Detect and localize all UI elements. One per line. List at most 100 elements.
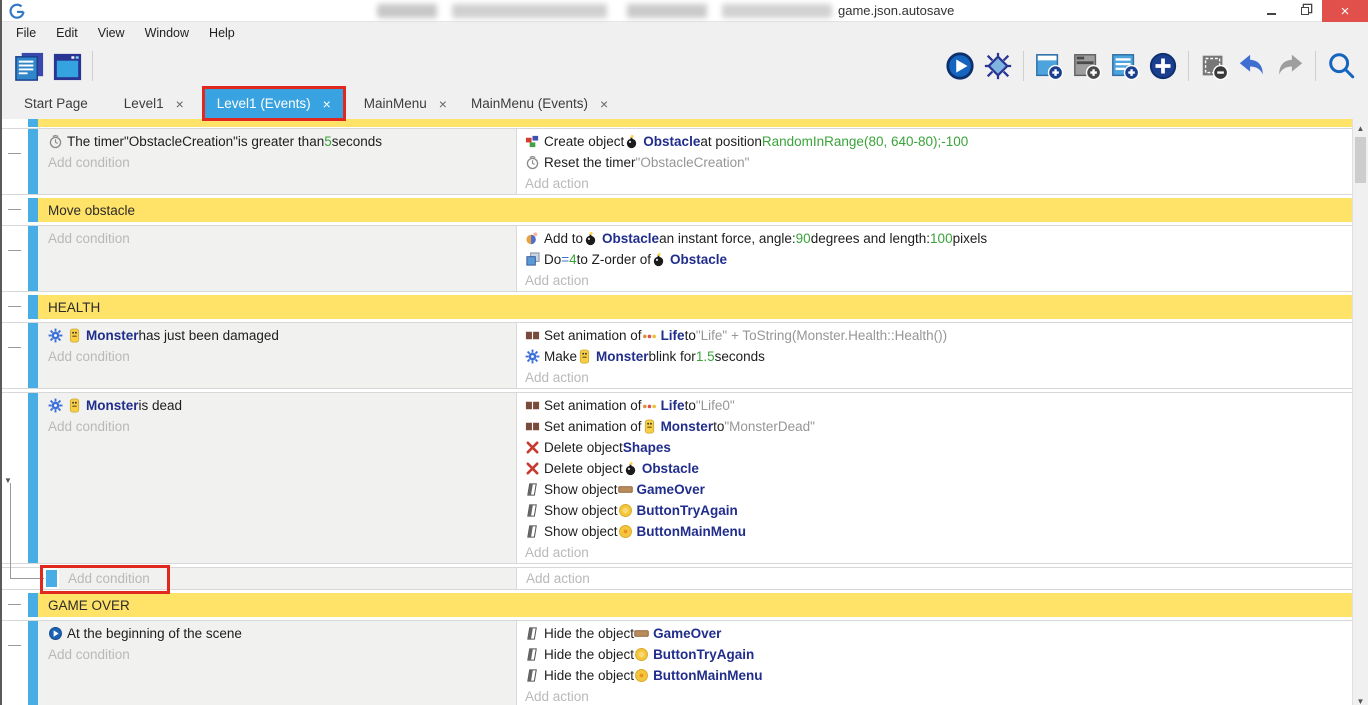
menu-item-edit[interactable]: Edit: [46, 26, 88, 40]
add-action-button[interactable]: Add action: [526, 568, 590, 589]
action-item[interactable]: Reset the timer "ObstacleCreation": [525, 152, 1352, 173]
tab-close-icon[interactable]: ×: [439, 96, 447, 112]
action-item[interactable]: Set animation of Life to "Life0": [525, 395, 1352, 416]
action-item[interactable]: Set animation of Monster to "MonsterDead…: [525, 416, 1352, 437]
action-item[interactable]: Delete object Obstacle: [525, 458, 1352, 479]
action-item[interactable]: Set animation of Life to "Life" + ToStri…: [525, 325, 1352, 346]
action-item[interactable]: Add to Obstacle an instant force, angle:…: [525, 228, 1352, 249]
event-handle[interactable]: [28, 593, 38, 617]
add-condition-button[interactable]: Add condition: [48, 228, 516, 249]
action-item[interactable]: Show object GameOver: [525, 479, 1352, 500]
text-segment: Add to: [544, 231, 583, 246]
condition-item[interactable]: At the beginning of the scene: [48, 623, 516, 644]
delete-event-button[interactable]: [1195, 47, 1233, 85]
scroll-up-button[interactable]: ▲: [1353, 121, 1368, 136]
comment-banner[interactable]: GAME OVER: [38, 593, 1352, 617]
action-item[interactable]: Hide the object ButtonTryAgain: [525, 644, 1352, 665]
tab-level1[interactable]: Level1×: [112, 88, 196, 119]
undo-button[interactable]: [1233, 47, 1271, 85]
delete-icon: [525, 461, 540, 476]
subevent-handle[interactable]: [46, 570, 57, 587]
search-button[interactable]: [1322, 47, 1360, 85]
action-item[interactable]: Do = 4 to Z-order of Obstacle: [525, 249, 1352, 270]
event-handle[interactable]: [28, 226, 38, 291]
add-condition-button[interactable]: Add condition: [48, 644, 516, 665]
add-action-button[interactable]: Add action: [525, 542, 1352, 563]
action-item[interactable]: Delete object Shapes: [525, 437, 1352, 458]
action-item[interactable]: Hide the object GameOver: [525, 623, 1352, 644]
action-item[interactable]: Show object ButtonTryAgain: [525, 500, 1352, 521]
comment-banner[interactable]: Move obstacle: [38, 198, 1352, 222]
gameover-icon: [634, 626, 649, 641]
tab-start-page[interactable]: Start Page: [12, 88, 112, 119]
condition-item[interactable]: Monster is dead: [48, 395, 516, 416]
condition-item[interactable]: Monster has just been damaged: [48, 325, 516, 346]
tab-close-icon[interactable]: ×: [176, 96, 184, 112]
event-handle[interactable]: [28, 198, 38, 222]
menu-item-help[interactable]: Help: [199, 26, 245, 40]
button-yellow2-icon: [618, 524, 633, 539]
animation-icon: [525, 328, 540, 343]
play-button[interactable]: [941, 47, 979, 85]
collapse-arrow-icon[interactable]: ▼: [4, 476, 12, 485]
action-item[interactable]: Create object Obstacle at position Rando…: [525, 131, 1352, 152]
event-row: Monster is deadAdd condition Set animatio…: [2, 392, 1352, 564]
text-segment: Hide the object: [544, 668, 634, 683]
project-manager-button[interactable]: [10, 47, 48, 85]
menu-item-view[interactable]: View: [88, 26, 135, 40]
text-segment: Show object: [544, 524, 618, 539]
add-condition-button[interactable]: Add condition: [68, 568, 150, 589]
event-handle[interactable]: [28, 323, 38, 388]
scrollbar-thumb[interactable]: [1355, 137, 1366, 183]
event-handle[interactable]: [28, 129, 38, 194]
action-item[interactable]: Show object ButtonMainMenu: [525, 521, 1352, 542]
toolbar: [2, 44, 1368, 88]
event-row: Monster has just been damagedAdd conditi…: [2, 322, 1352, 389]
scroll-down-button[interactable]: ▼: [1353, 694, 1368, 705]
scene-editor-button[interactable]: [48, 47, 86, 85]
add-action-button[interactable]: Add action: [525, 686, 1352, 705]
restore-button[interactable]: [1288, 0, 1322, 22]
add-action-button[interactable]: Add action: [525, 270, 1352, 291]
add-action-button[interactable]: Add action: [525, 173, 1352, 194]
debug-button[interactable]: [979, 47, 1017, 85]
add-action-button[interactable]: Add action: [525, 367, 1352, 388]
add-event-button[interactable]: [1030, 47, 1068, 85]
text-segment: At the beginning of the scene: [67, 626, 242, 641]
add-subevent-button[interactable]: [1068, 47, 1106, 85]
event-handle[interactable]: [28, 119, 38, 127]
monster-icon: [67, 328, 82, 343]
add-condition-button[interactable]: Add condition: [48, 152, 516, 173]
text-segment: Shapes: [623, 440, 671, 455]
event-handle[interactable]: [28, 621, 38, 705]
tab-mainmenu[interactable]: MainMenu×: [352, 88, 459, 119]
event-handle[interactable]: [28, 393, 38, 563]
add-comment-button[interactable]: [1106, 47, 1144, 85]
tab-close-icon[interactable]: ×: [600, 96, 608, 112]
text-segment: Show object: [544, 503, 618, 518]
add-circle-button[interactable]: [1144, 47, 1182, 85]
tab-mainmenu-events-[interactable]: MainMenu (Events)×: [459, 88, 620, 119]
conditions-column: Monster has just been damagedAdd conditi…: [38, 323, 517, 388]
menu-item-file[interactable]: File: [6, 26, 46, 40]
comment-banner[interactable]: HEALTH: [38, 295, 1352, 319]
actions-column: Set animation of Life to "Life" + ToStri…: [517, 323, 1352, 388]
minimize-button[interactable]: [1254, 0, 1288, 22]
subevent-row: ▼Add conditionAdd action: [2, 567, 1352, 590]
add-condition-button[interactable]: Add condition: [48, 416, 516, 437]
event-handle[interactable]: [28, 295, 38, 319]
text-segment: Monster: [86, 398, 139, 413]
tab-close-icon[interactable]: ×: [323, 96, 331, 112]
condition-item[interactable]: The timer "ObstacleCreation" is greater …: [48, 131, 516, 152]
conditions-column: Monster is deadAdd condition: [38, 393, 517, 563]
menu-item-window[interactable]: Window: [135, 26, 199, 40]
add-condition-button[interactable]: Add condition: [48, 346, 516, 367]
text-segment: "Life0": [696, 398, 735, 413]
action-item[interactable]: Make Monster blink for 1.5 seconds: [525, 346, 1352, 367]
action-item[interactable]: Hide the object ButtonMainMenu: [525, 665, 1352, 686]
text-segment: The timer: [67, 134, 124, 149]
redo-button[interactable]: [1271, 47, 1309, 85]
vertical-scrollbar[interactable]: ▲▼: [1352, 119, 1368, 705]
close-button[interactable]: ×: [1322, 0, 1368, 22]
tab-level1-events-[interactable]: Level1 (Events)×: [205, 89, 343, 118]
